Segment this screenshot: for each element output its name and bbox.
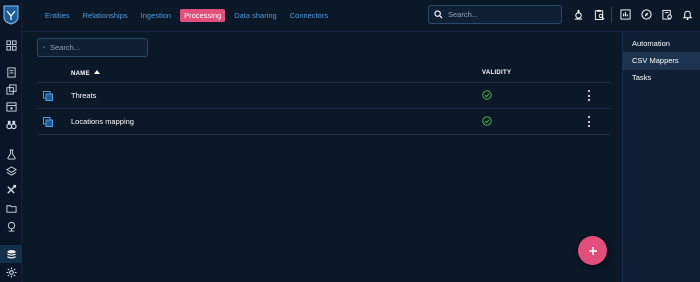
entities-icon[interactable] xyxy=(4,201,18,215)
csv-mapper-icon xyxy=(43,91,53,101)
mapper-search-input[interactable] xyxy=(50,43,147,52)
add-mapper-button[interactable] xyxy=(578,236,607,265)
check-circle-icon xyxy=(482,90,492,100)
column-name-label: NAME xyxy=(71,71,90,77)
search-icon xyxy=(434,10,443,19)
table-header: NAME VALIDITY xyxy=(37,65,611,83)
row-name: Locations mapping xyxy=(71,117,134,126)
plus-icon xyxy=(588,246,597,255)
locations-icon[interactable] xyxy=(4,219,18,233)
row-name: Threats xyxy=(71,91,97,100)
global-search-input[interactable] xyxy=(448,10,548,19)
dashboard-icon[interactable] xyxy=(619,8,632,21)
search-icon xyxy=(43,46,45,49)
menu-item-tasks[interactable]: Tasks xyxy=(623,69,700,87)
nav-relationships[interactable]: Relationships xyxy=(79,9,132,22)
menu-item-csv-mappers[interactable]: CSV Mappers xyxy=(623,52,700,70)
exploration-icon[interactable] xyxy=(661,8,674,21)
events-icon[interactable] xyxy=(4,99,18,113)
column-name-header[interactable]: NAME xyxy=(71,70,100,77)
data-icon[interactable] xyxy=(4,247,18,261)
table-row[interactable]: Locations mapping xyxy=(37,109,611,135)
observations-icon[interactable] xyxy=(4,117,18,131)
clipboard-search-icon[interactable] xyxy=(593,8,606,21)
processing-menu: Automation CSV Mappers Tasks xyxy=(622,32,700,282)
app-window: Entities Relationships Ingestion Process… xyxy=(0,0,700,282)
column-validity-header[interactable]: VALIDITY xyxy=(482,70,511,76)
top-navigation: Entities Relationships Ingestion Process… xyxy=(41,9,337,22)
left-sidebar xyxy=(0,0,22,282)
top-bar: Entities Relationships Ingestion Process… xyxy=(22,0,700,32)
flask-icon[interactable] xyxy=(572,8,585,21)
mapper-search[interactable] xyxy=(37,38,148,57)
app-logo[interactable] xyxy=(2,5,20,25)
techniques-icon[interactable] xyxy=(4,182,18,196)
nav-entities[interactable]: Entities xyxy=(41,9,74,22)
nav-ingestion[interactable]: Ingestion xyxy=(137,9,175,22)
analyses-icon[interactable] xyxy=(4,65,18,79)
cases-icon[interactable] xyxy=(4,82,18,96)
compass-icon[interactable] xyxy=(640,8,653,21)
bell-icon[interactable] xyxy=(681,8,694,21)
nav-data-sharing[interactable]: Data sharing xyxy=(230,9,281,22)
global-search[interactable] xyxy=(428,5,562,24)
nav-connectors[interactable]: Connectors xyxy=(286,9,332,22)
dashboard-icon[interactable] xyxy=(4,38,18,52)
menu-item-automation[interactable]: Automation xyxy=(623,35,700,53)
settings-icon[interactable] xyxy=(4,265,18,279)
csv-mapper-icon xyxy=(43,117,53,127)
main-content: NAME VALIDITY Threats Locations mapping xyxy=(22,32,622,282)
row-menu-button[interactable] xyxy=(586,115,592,128)
threats-icon[interactable] xyxy=(4,147,18,161)
toolbar-divider xyxy=(611,7,612,23)
row-menu-button[interactable] xyxy=(586,89,592,102)
check-circle-icon xyxy=(482,116,492,126)
sort-ascending-icon xyxy=(93,70,100,74)
table-row[interactable]: Threats xyxy=(37,83,611,109)
arsenal-icon[interactable] xyxy=(4,164,18,178)
nav-processing[interactable]: Processing xyxy=(180,9,226,22)
